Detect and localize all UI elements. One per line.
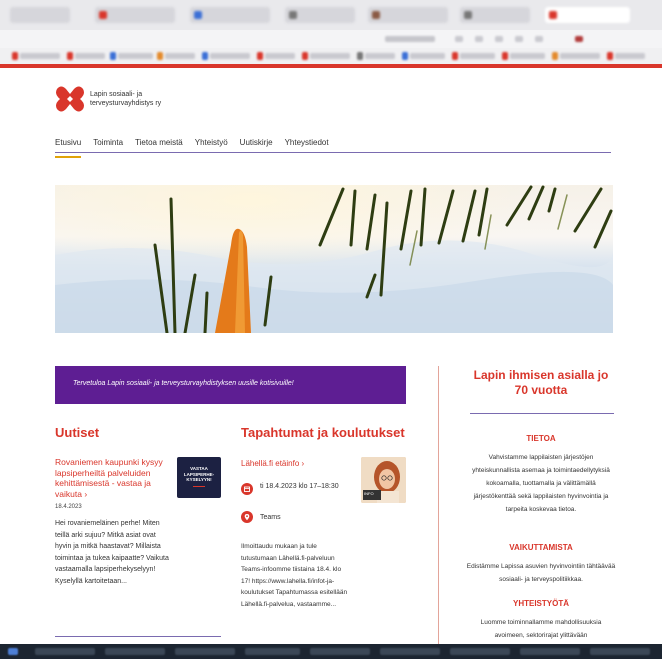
news-heading: Uutiset bbox=[55, 425, 100, 440]
taskbar-app[interactable] bbox=[245, 648, 300, 655]
toolbar-icon[interactable] bbox=[495, 36, 503, 42]
logo-text-line1: Lapin sosiaali- ja bbox=[90, 91, 143, 98]
toolbar-icon[interactable] bbox=[475, 36, 483, 42]
news-item-excerpt: Hei rovaniemeläinen perhe! Miten teillä … bbox=[55, 520, 169, 585]
sidebar-heading: Lapin ihmisen asialla jo 70 vuotta bbox=[473, 368, 609, 397]
column-divider bbox=[438, 366, 439, 646]
browser-tab[interactable] bbox=[190, 7, 270, 23]
browser-tab[interactable] bbox=[285, 7, 355, 23]
event-item-thumbnail[interactable]: INFO bbox=[361, 457, 406, 503]
bookmark[interactable] bbox=[12, 52, 60, 60]
bookmarks-bar bbox=[0, 48, 662, 64]
taskbar-app[interactable] bbox=[590, 648, 650, 655]
welcome-banner: Tervetuloa Lapin sosiaali- ja terveystur… bbox=[55, 366, 406, 404]
logo-text[interactable]: Lapin sosiaali- ja terveysturvayhdistys … bbox=[90, 90, 190, 108]
browser-tab[interactable] bbox=[460, 7, 530, 23]
news-item-thumbnail[interactable]: VASTAA LAPSIPERHE-KYSELYYN! bbox=[177, 457, 221, 498]
news-item-link[interactable]: Rovaniemen kaupunki kysyy lapsiperheiltä… bbox=[55, 457, 173, 499]
bookmark[interactable] bbox=[607, 52, 645, 60]
os-taskbar bbox=[0, 644, 662, 659]
event-item-title: Lähellä.fi etäinfo bbox=[241, 459, 300, 468]
address-bar[interactable] bbox=[385, 36, 435, 42]
location-pin-icon bbox=[241, 511, 253, 523]
bookmark[interactable] bbox=[67, 52, 105, 60]
browser-tab-strip bbox=[0, 0, 662, 30]
browser-tab[interactable] bbox=[368, 7, 448, 23]
thumbnail-underline bbox=[193, 485, 205, 487]
start-icon[interactable] bbox=[8, 648, 18, 655]
arrow-icon: › bbox=[301, 459, 305, 468]
news-item-date: 18.4.2023 bbox=[55, 504, 82, 510]
browser-tab-active[interactable] bbox=[545, 7, 630, 23]
taskbar-app[interactable] bbox=[35, 648, 95, 655]
nav-divider bbox=[55, 152, 611, 153]
news-divider bbox=[55, 636, 221, 637]
bookmark[interactable] bbox=[110, 52, 153, 60]
taskbar-app[interactable] bbox=[450, 648, 510, 655]
nav-item-uutiskirje[interactable]: Uutiskirje bbox=[240, 138, 273, 152]
bookmark[interactable] bbox=[302, 52, 350, 60]
nav-item-toiminta[interactable]: Toiminta bbox=[93, 138, 123, 152]
nav-item-yhteystiedot[interactable]: Yhteystiedot bbox=[285, 138, 329, 152]
news-item-title: Rovaniemen kaupunki kysyy lapsiperheiltä… bbox=[55, 457, 163, 499]
nav-item-yhteistyo[interactable]: Yhteistyö bbox=[195, 138, 228, 152]
logo-text-line2: terveysturvayhdistys ry bbox=[90, 100, 162, 107]
sidebar-divider bbox=[470, 413, 614, 414]
bookmark[interactable] bbox=[452, 52, 495, 60]
bookmark[interactable] bbox=[402, 52, 445, 60]
bookmark[interactable] bbox=[157, 52, 195, 60]
info-badge: INFO bbox=[363, 490, 381, 500]
event-date: ti 18.4.2023 klo 17–18:30 bbox=[260, 483, 339, 490]
sidebar-section-text-yhteistyota: Luomme toiminnallamme mahdollisuuksia av… bbox=[480, 619, 602, 639]
taskbar-app[interactable] bbox=[175, 648, 235, 655]
browser-tab[interactable] bbox=[10, 7, 70, 23]
welcome-text: Tervetuloa Lapin sosiaali- ja terveystur… bbox=[73, 380, 294, 387]
event-item-excerpt: Ilmoittaudu mukaan ja tule tutustumaan L… bbox=[241, 543, 348, 608]
profile-icon[interactable] bbox=[575, 36, 583, 42]
taskbar-app[interactable] bbox=[380, 648, 440, 655]
hero-image bbox=[55, 185, 613, 333]
event-item-link[interactable]: Lähellä.fi etäinfo › bbox=[241, 459, 304, 468]
sidebar-section-title-vaikuttamista: VAIKUTTAMISTA bbox=[509, 543, 573, 552]
nav-item-etusivu[interactable]: Etusivu bbox=[55, 138, 82, 158]
site-top-accent-bar bbox=[0, 64, 662, 68]
taskbar-app[interactable] bbox=[105, 648, 165, 655]
browser-tab[interactable] bbox=[95, 7, 175, 23]
arrow-icon: › bbox=[84, 488, 88, 499]
bookmark[interactable] bbox=[502, 52, 545, 60]
browser-toolbar bbox=[0, 30, 662, 48]
sidebar-section-text-tietoa: Vahvistamme lappilaisten järjestöjen yht… bbox=[472, 454, 610, 513]
event-location: Teams bbox=[260, 514, 281, 521]
bookmark[interactable] bbox=[257, 52, 295, 60]
sidebar-section-title-tietoa: TIETOA bbox=[526, 434, 556, 443]
news-thumbnail-text: VASTAA LAPSIPERHE-KYSELYYN! bbox=[183, 466, 215, 482]
bookmark[interactable] bbox=[202, 52, 250, 60]
sidebar-section-title-yhteistyota: YHTEISTYÖTÄ bbox=[512, 599, 569, 608]
sidebar-section-text-vaikuttamista: Edistämme Lapissa asuvien hyvinvointiin … bbox=[466, 563, 616, 583]
main-nav: Etusivu Toiminta Tietoa meistä Yhteistyö… bbox=[55, 138, 329, 158]
bookmark[interactable] bbox=[552, 52, 600, 60]
nav-item-tietoa-meista[interactable]: Tietoa meistä bbox=[135, 138, 183, 152]
toolbar-icon[interactable] bbox=[515, 36, 523, 42]
toolbar-icon[interactable] bbox=[535, 36, 543, 42]
taskbar-app[interactable] bbox=[520, 648, 580, 655]
bookmark[interactable] bbox=[357, 52, 395, 60]
events-heading: Tapahtumat ja koulutukset bbox=[241, 425, 405, 440]
toolbar-icon[interactable] bbox=[455, 36, 463, 42]
logo-icon[interactable] bbox=[55, 85, 85, 113]
taskbar-app[interactable] bbox=[310, 648, 370, 655]
calendar-icon bbox=[241, 483, 253, 495]
